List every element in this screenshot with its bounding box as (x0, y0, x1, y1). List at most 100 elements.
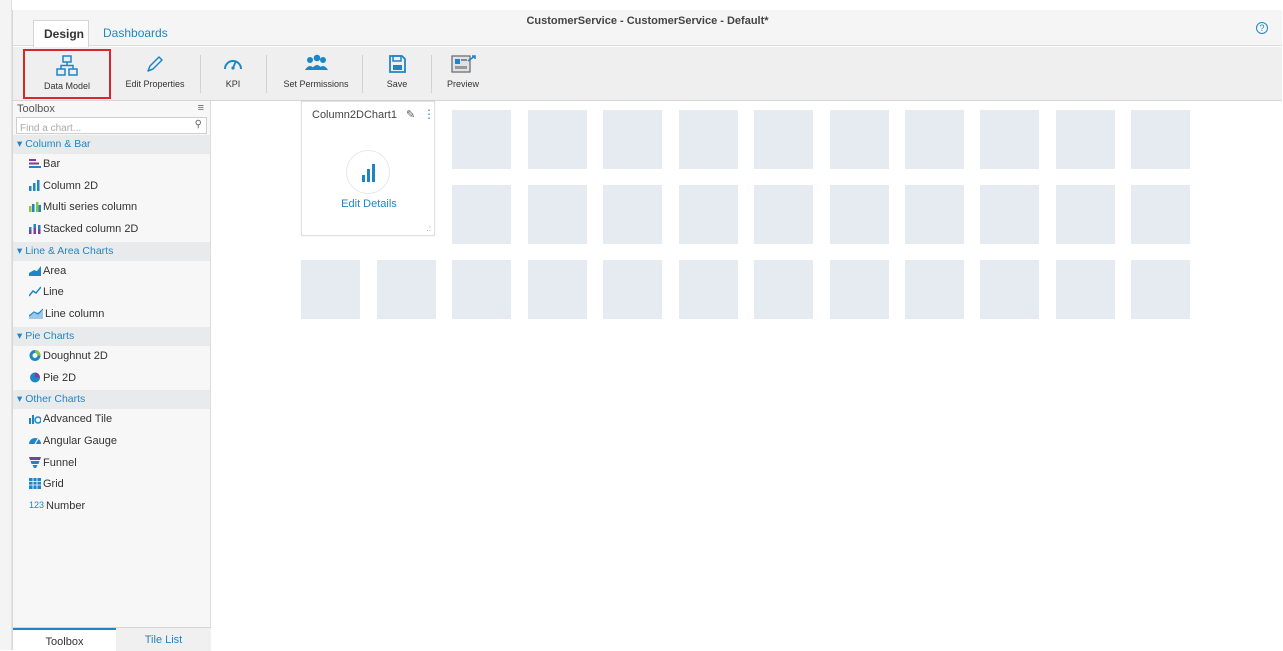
toolbox-item-advanced-tile[interactable]: Advanced Tile (13, 409, 210, 431)
empty-tile-slot[interactable] (603, 110, 662, 169)
toolbox-item-label: Bar (43, 158, 61, 170)
grid-icon (29, 478, 41, 490)
more-vertical-icon[interactable]: ⋮ (423, 107, 435, 121)
group-column-bar[interactable]: ▾ Column & Bar (13, 135, 210, 154)
group-other-charts[interactable]: ▾ Other Charts (13, 390, 210, 410)
empty-tile-slot[interactable] (754, 110, 813, 169)
empty-tile-slot[interactable] (603, 185, 662, 244)
preview-label: Preview (446, 79, 479, 89)
empty-tile-slot[interactable] (452, 110, 511, 169)
advanced-tile-icon (29, 415, 41, 425)
toolbox-item-label: Pie 2D (43, 371, 77, 384)
save-button[interactable]: Save (377, 49, 417, 99)
group-pie-charts[interactable]: ▾ Pie Charts (13, 326, 210, 346)
toolbox-item-label: Advanced Tile (43, 413, 113, 426)
tab-tile-list[interactable]: Tile List (116, 628, 211, 651)
toolbox-item-angular-gauge[interactable]: Angular Gauge (13, 431, 210, 453)
chart-tile-title: Column2DChart1 (312, 109, 397, 121)
toolbox-item-line[interactable]: Line (13, 282, 210, 304)
empty-tile-slot[interactable] (1131, 110, 1190, 169)
chart-tile-column2dchart1[interactable]: Column2DChart1 ✎ ⋮ Edit Details .: (301, 101, 435, 236)
empty-tile-slot[interactable] (679, 185, 738, 244)
empty-tile-slot[interactable] (1131, 185, 1190, 244)
toolbox-item-area[interactable]: Area (13, 261, 210, 283)
empty-tile-slot[interactable] (1131, 260, 1190, 319)
empty-tile-slot[interactable] (830, 185, 889, 244)
pie-chart-icon (30, 372, 40, 382)
save-label: Save (386, 79, 408, 89)
kpi-label: KPI (225, 79, 241, 89)
toolbox-item-label: Grid (43, 478, 64, 491)
empty-tile-slot[interactable] (452, 260, 511, 319)
ribbon-separator (200, 55, 201, 93)
toolbox-item-multi-series-column[interactable]: Multi series column (13, 197, 210, 219)
toolbox-item-label: Stacked column 2D (43, 223, 139, 236)
toolbox-title: Toolbox (17, 103, 55, 115)
toolbox-item-label: Area (43, 264, 67, 277)
column-chart-icon (29, 179, 40, 191)
empty-tile-slot[interactable] (1056, 260, 1115, 319)
toolbox-item-bar[interactable]: Bar (13, 154, 210, 176)
menu-icon[interactable]: ≡ (198, 102, 204, 114)
toolbox-item-label: Funnel (43, 456, 77, 469)
toolbox-item-column-2d[interactable]: Column 2D (13, 176, 210, 198)
empty-tile-slot[interactable] (754, 260, 813, 319)
empty-tile-slot[interactable] (830, 110, 889, 169)
empty-tile-slot[interactable] (528, 110, 587, 169)
pencil-icon[interactable]: ✎ (406, 108, 415, 121)
empty-tile-slot[interactable] (377, 260, 436, 319)
search-icon[interactable]: ⚲ (195, 119, 202, 130)
empty-tile-slot[interactable] (980, 260, 1039, 319)
data-model-button[interactable]: Data Model (23, 49, 111, 99)
toolbox-item-doughnut-2d[interactable]: Doughnut 2D (13, 346, 210, 368)
help-circle-icon[interactable]: ? (1256, 22, 1268, 34)
page-title: CustomerService - CustomerService - Defa… (526, 15, 769, 27)
set-permissions-button[interactable]: Set Permissions (281, 49, 351, 99)
edit-properties-label: Edit Properties (125, 79, 185, 89)
empty-tile-slot[interactable] (980, 185, 1039, 244)
empty-tile-slot[interactable] (528, 185, 587, 244)
empty-tile-slot[interactable] (679, 110, 738, 169)
empty-tile-slot[interactable] (830, 260, 889, 319)
empty-tile-slot[interactable] (1056, 185, 1115, 244)
empty-tile-slot[interactable] (452, 185, 511, 244)
group-line-area-charts[interactable]: ▾ Line & Area Charts (13, 241, 210, 261)
line-column-icon (29, 308, 43, 320)
ribbon-separator (431, 55, 432, 93)
empty-tile-slot[interactable] (679, 260, 738, 319)
chart-search-input[interactable] (17, 121, 187, 136)
empty-tile-slot[interactable] (905, 185, 964, 244)
toolbox-item-stacked-column-2d[interactable]: Stacked column 2D (13, 219, 210, 241)
empty-tile-slot[interactable] (980, 110, 1039, 169)
edit-details-link[interactable]: Edit Details (302, 198, 436, 210)
data-model-icon (56, 55, 78, 76)
header: Design Dashboards CustomerService - Cust… (13, 10, 1282, 47)
empty-tile-slot[interactable] (301, 260, 360, 319)
toolbox-item-line-column[interactable]: Line column (13, 304, 210, 326)
preview-icon (451, 55, 476, 73)
gauge-icon (224, 60, 242, 70)
funnel-icon (29, 456, 41, 468)
empty-tile-slot[interactable] (1056, 110, 1115, 169)
resize-handle-icon[interactable]: .: (427, 224, 431, 233)
empty-tile-slot[interactable] (603, 260, 662, 319)
empty-tile-slot[interactable] (754, 185, 813, 244)
tab-toolbox[interactable]: Toolbox (13, 628, 116, 651)
ribbon-separator (266, 55, 267, 93)
data-model-label: Data Model (43, 81, 91, 91)
toolbox-item-grid[interactable]: Grid (13, 474, 210, 496)
empty-tile-slot[interactable] (528, 260, 587, 319)
ribbon-toolbar: Data Model Edit Properties KPI Set Permi… (13, 47, 1282, 101)
empty-tile-slot[interactable] (905, 110, 964, 169)
toolbox-item-label: Angular Gauge (43, 434, 117, 447)
bar-chart-icon (29, 159, 41, 168)
kpi-button[interactable]: KPI (213, 49, 253, 99)
toolbox-item-funnel[interactable]: Funnel (13, 453, 210, 475)
toolbox-item-label: Doughnut 2D (43, 349, 108, 362)
chart-type-badge (346, 150, 390, 194)
toolbox-item-pie-2d[interactable]: Pie 2D (13, 368, 210, 390)
edit-properties-button[interactable]: Edit Properties (119, 49, 191, 99)
empty-tile-slot[interactable] (905, 260, 964, 319)
toolbox-item-number[interactable]: 123 Number (13, 496, 210, 518)
preview-button[interactable]: Preview (443, 49, 483, 99)
